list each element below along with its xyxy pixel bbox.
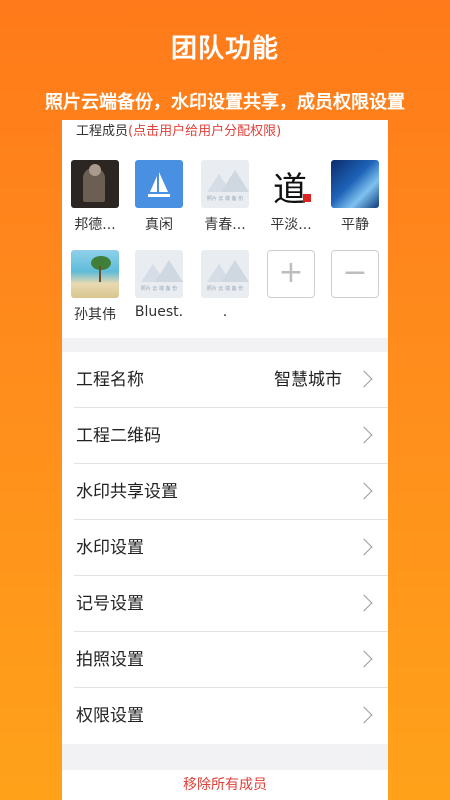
chevron-right-icon [355,538,373,556]
member-name: 平淡... [270,217,312,233]
chevron-right-icon [355,482,373,500]
placeholder-caption: 照片 云 端 备 份 [206,196,244,202]
plus-icon: + [267,250,315,298]
members-header: 工程成员(点击用户给用户分配权限) [62,120,388,144]
settings-row-label: 水印设置 [76,538,144,558]
settings-row-label: 记号设置 [76,594,144,614]
placeholder-caption: 照片 云 端 备 份 [206,286,244,292]
settings-row-camera[interactable]: 拍照设置 [62,632,388,688]
settings-row-mark[interactable]: 记号设置 [62,576,388,632]
chevron-right-icon [355,426,373,444]
settings-row-label: 水印共享设置 [76,482,178,502]
member-item[interactable]: 道 平淡... [258,160,324,234]
placeholder-caption: 照片 云 端 备 份 [140,286,178,292]
calligraphy-char: 道 [273,170,307,208]
member-name: 邦德... [74,217,116,233]
wave-photo [331,160,379,208]
minus-icon: − [331,250,379,298]
settings-row-label: 工程二维码 [76,426,161,446]
settings-row-label: 权限设置 [76,706,144,726]
remove-member-button[interactable]: − [322,250,388,298]
settings-row-qrcode[interactable]: 工程二维码 [62,408,388,464]
member-name: 孙其伟 [74,307,116,323]
add-member-button[interactable]: + [258,250,324,298]
hero-title: 团队功能 [170,34,279,64]
member-item[interactable]: 照片 云 端 备 份 Bluest. [126,250,192,320]
chevron-right-icon [355,594,373,612]
members-hint: (点击用户给用户分配权限) [128,124,282,139]
placeholder-image-icon: 照片 云 端 备 份 [201,250,249,298]
avatar [71,160,119,208]
settings-row-label: 工程名称 [76,370,144,390]
member-item[interactable]: 照片 云 端 备 份 青春... [192,160,258,234]
member-name: . [222,304,228,320]
project-settings-card: 工程成员(点击用户给用户分配权限) 邦德... 真闲 照片 云 端 备 份 青春… [62,120,388,800]
placeholder-image-icon: 照片 云 端 备 份 [135,250,183,298]
member-item[interactable]: 平静 [322,160,388,234]
member-item[interactable]: 真闲 [126,160,192,234]
settings-row-permission[interactable]: 权限设置 [62,688,388,744]
settings-row-project-name[interactable]: 工程名称 智慧城市 [62,352,388,408]
chevron-right-icon [355,370,373,388]
members-grid: 邦德... 真闲 照片 云 端 备 份 青春... 道 平淡... 平静 孙其伟… [62,144,388,338]
member-name: 平静 [341,217,369,233]
member-item[interactable]: 照片 云 端 备 份 . [192,250,258,320]
settings-row-watermark-share[interactable]: 水印共享设置 [62,464,388,520]
chevron-right-icon [355,650,373,668]
calligraphy-avatar: 道 [267,160,315,208]
settings-list: 工程名称 智慧城市 工程二维码 水印共享设置 水印设置 记号设置 拍照设置 权限… [62,352,388,744]
beach-photo [71,250,119,298]
member-item[interactable]: 孙其伟 [62,250,128,324]
members-label: 工程成员 [76,124,129,139]
remove-all-members-button[interactable]: 移除所有成员 [62,770,388,800]
member-name: Bluest. [134,304,184,320]
project-name-value: 智慧城市 [274,370,342,390]
sailboat-icon [135,160,183,208]
member-name: 真闲 [145,217,173,233]
member-item[interactable]: 邦德... [62,160,128,234]
settings-row-watermark[interactable]: 水印设置 [62,520,388,576]
placeholder-image-icon: 照片 云 端 备 份 [201,160,249,208]
member-name: 青春... [204,217,246,233]
chevron-right-icon [355,706,373,724]
settings-row-label: 拍照设置 [76,650,144,670]
hero-subtitle: 照片云端备份，水印设置共享，成员权限设置 [45,92,405,113]
